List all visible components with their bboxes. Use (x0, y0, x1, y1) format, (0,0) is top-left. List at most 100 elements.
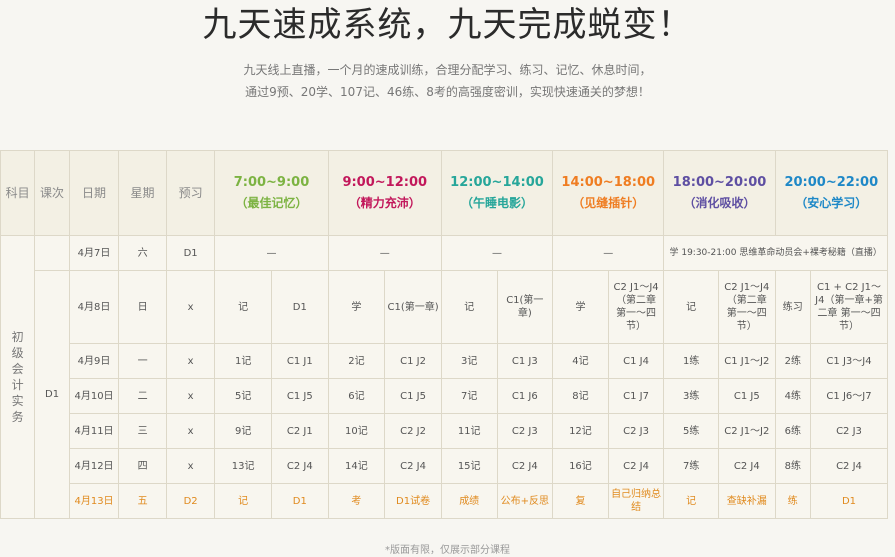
preview-cell: x (165, 343, 216, 379)
slot-cell: C2 J1 (270, 413, 329, 449)
slot-cell: C2 J1～J4（第二章 第一～四节） (717, 270, 776, 344)
preview-cell: x (165, 448, 216, 484)
slot-cell: 学 (552, 270, 609, 344)
subtitle-line-1: 九天线上直播，一个月的速成训练，合理分配学习、练习、记忆、休息时间， (243, 63, 652, 77)
slot-cell: — (327, 235, 442, 271)
preview-cell: x (165, 270, 216, 344)
slot-cell: 15记 (440, 448, 498, 484)
slot-cell: D1 (270, 483, 329, 519)
header-slot-3: 12:00~14:00 （午睡电影） (440, 150, 554, 236)
slot-cell: 记 (214, 483, 272, 519)
lesson-cell: D1 (34, 270, 70, 519)
slot-cell: C1 J2 (384, 343, 442, 379)
header-slot-1: 7:00~9:00 （最佳记忆） (214, 150, 329, 236)
slot-cell: 2练 (774, 343, 812, 379)
lesson-cell-empty (34, 235, 70, 271)
slot-cell: C1 J3 (496, 343, 554, 379)
slot-cell: C1 J1～J2 (717, 343, 776, 379)
slot-cell: C1 + C2 J1～J4（第一章+第二章 第一～四节） (810, 270, 888, 344)
slot-label: （安心学习） (795, 196, 868, 210)
slot-cell: 公布+反思 (496, 483, 554, 519)
slot-cell: 记 (214, 270, 272, 344)
slot-cell: C1 J6 (496, 378, 554, 414)
subject-name: 初级会计实务 (11, 330, 24, 424)
preview-cell: x (165, 378, 216, 414)
slot-cell: C1 J6～J7 (810, 378, 888, 414)
slot-cell: C1 J7 (607, 378, 665, 414)
slot-cell: C1 J5 (384, 378, 442, 414)
slot-cell: 7记 (440, 378, 498, 414)
date-cell: 4月12日 (68, 448, 120, 484)
slot-cell: C2 J4 (810, 448, 888, 484)
weekday-cell: 日 (118, 270, 167, 344)
slot-cell: C2 J4 (384, 448, 442, 484)
slot-cell: C1 J5 (717, 378, 776, 414)
slot-cell: — (214, 235, 329, 271)
slot-cell: 6记 (327, 378, 386, 414)
header-slot-6: 20:00~22:00 （安心学习） (774, 150, 889, 236)
slot-cell: 8练 (774, 448, 812, 484)
slot-cell: C2 J3 (607, 413, 665, 449)
slot-cell: — (552, 235, 665, 271)
table-row: 初级会计实务 4月7日 六 D1 — — — — 学 19:30-21:00 思… (0, 235, 888, 519)
slot-cell: 16记 (552, 448, 609, 484)
date-cell: 4月7日 (68, 235, 120, 271)
slot-cell: C2 J3 (496, 413, 554, 449)
date-cell: 4月9日 (68, 343, 120, 379)
preview-cell: x (165, 413, 216, 449)
slot-cell: 3记 (440, 343, 498, 379)
date-cell: 4月10日 (68, 378, 120, 414)
slot-time: 14:00~18:00 (561, 175, 656, 190)
slot-cell: 12记 (552, 413, 609, 449)
slot-cell: 14记 (327, 448, 386, 484)
slot-cell: C1 J1 (270, 343, 329, 379)
footnote: *版面有限，仅展示部分课程 (385, 545, 510, 556)
slot-cell: 记 (663, 483, 719, 519)
slot-cell: D1试卷 (384, 483, 442, 519)
weekday-cell: 六 (118, 235, 167, 271)
header-date: 日期 (68, 150, 120, 236)
weekday-cell: 二 (118, 378, 167, 414)
slot-cell: C2 J2 (384, 413, 442, 449)
slot-cell: 3练 (663, 378, 719, 414)
slot-cell: — (440, 235, 554, 271)
slot-cell: C1(第一章) (384, 270, 442, 344)
header-row: 科目 课次 日期 星期 预习 7:00~9:00 （最佳记忆） 9:00~12:0… (0, 150, 889, 236)
slot-cell: D1 (270, 270, 329, 344)
slot-cell: C1 J4 (607, 343, 665, 379)
slot-cell: 练 (774, 483, 812, 519)
slot-cell: 4记 (552, 343, 609, 379)
slot-label: （见缝插针） (572, 196, 645, 210)
slot-time: 9:00~12:00 (342, 175, 428, 190)
slot-time: 18:00~20:00 (672, 175, 767, 190)
slot-cell: C2 J3 (810, 413, 888, 449)
slot-cell: C1 J5 (270, 378, 329, 414)
evening-live-cell: 学 19:30-21:00 思维革命动员会+裸考秘籍（直播） (663, 235, 888, 271)
slot-cell: C1(第一章) (496, 270, 554, 344)
slot-cell: C2 J4 (717, 448, 776, 484)
slot-cell: 成绩 (440, 483, 498, 519)
slot-cell: C2 J4 (270, 448, 329, 484)
slot-cell: 11记 (440, 413, 498, 449)
header-preview: 预习 (165, 150, 216, 236)
slot-label: （精力充沛） (348, 196, 421, 210)
schedule-table: 科目 课次 日期 星期 预习 7:00~9:00 （最佳记忆） 9:00~12:0… (0, 150, 889, 519)
table-row: 4月11日三 x 9记 C2 J1 10记 C2 J2 11记 C2 J3 12记 C2 J3 5练… (1, 413, 888, 449)
slot-time: 20:00~22:00 (784, 175, 879, 190)
table-row: D1 4月8日 日 x 记 D1 学 C1(第一章) 记 C1(第一章) 学 C2 J1～J4… (1, 270, 888, 519)
table-row: 4月13日五 D2 记 D1 考 D1试卷 成绩 公布+反思复自己归纳总结记查缺补漏练 D1 (1, 483, 888, 519)
slot-time: 7:00~9:00 (233, 175, 310, 190)
table-row: 4月12日四 x 13记 C2 J4 14记 C2 J4 15记 C2 J4 16记 C2 J4 7… (1, 448, 888, 484)
slot-cell: 7练 (663, 448, 719, 484)
slot-cell: C2 J1～J4（第二章 第一～四节） (607, 270, 665, 344)
slot-cell: 6练 (774, 413, 812, 449)
header-subject: 科目 (0, 150, 36, 236)
weekday-cell: 一 (118, 343, 167, 379)
preview-cell: D2 (165, 483, 216, 519)
table-row: 4月10日二 x 5记 C1 J5 6记 C1 J5 7记 C1 J6 8记 C1 J7 3练 C1 … (1, 378, 888, 414)
header-slot-4: 14:00~18:00 （见缝插针） (552, 150, 665, 236)
slot-cell: 4练 (774, 378, 812, 414)
slot-cell: C2 J4 (607, 448, 665, 484)
date-cell: 4月11日 (68, 413, 120, 449)
slot-time: 12:00~14:00 (450, 175, 544, 190)
